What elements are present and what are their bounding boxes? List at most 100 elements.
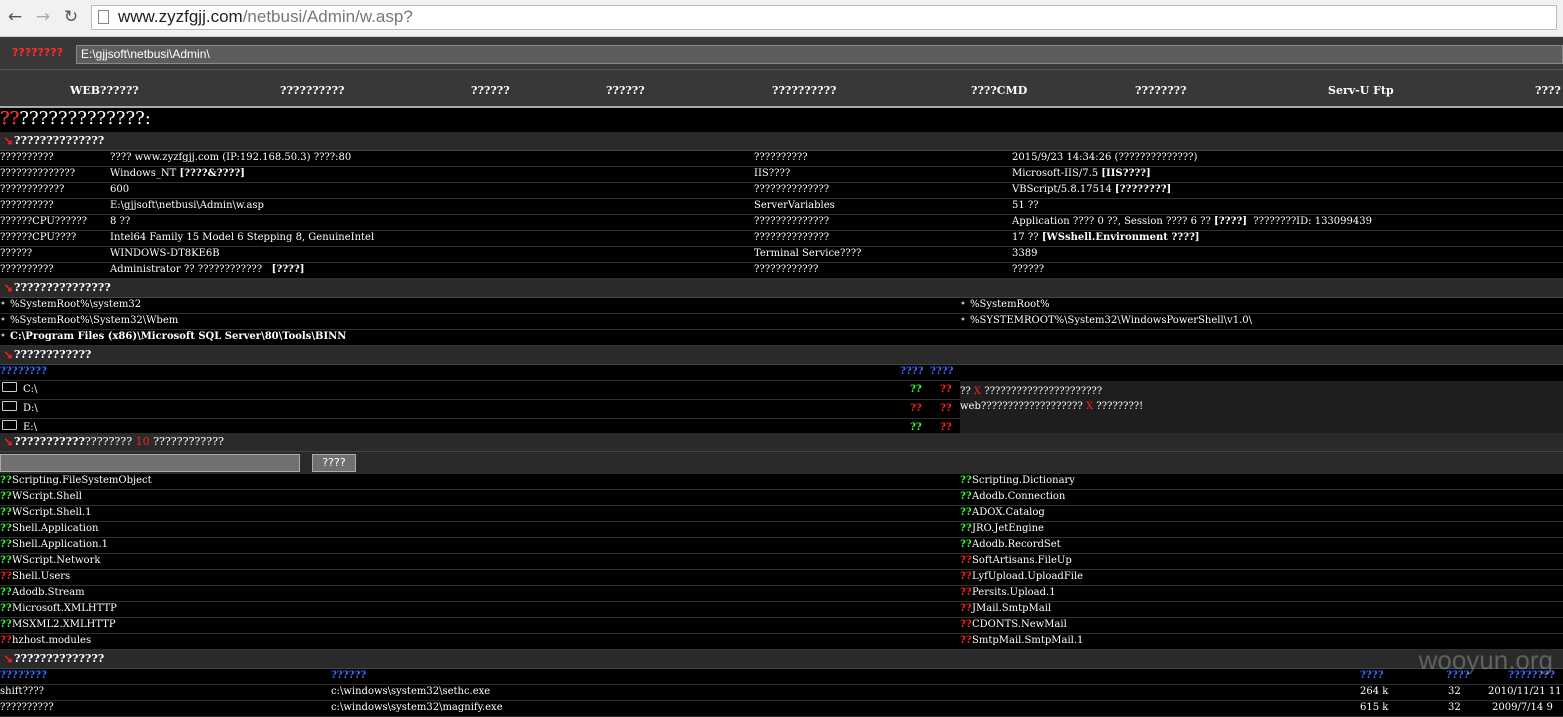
info-key: ServerVariables [754, 200, 835, 211]
table-row: ????????????600??????????????VBScript/5.… [0, 183, 1563, 199]
server-info-table: ?????????????? www.zyzfgjj.com (IP:192.1… [0, 151, 1563, 279]
info-link[interactable]: [WSshell.Environment ????] [1042, 232, 1200, 243]
info-value: 51 ?? [1012, 200, 1039, 211]
address-bar[interactable]: www.zyzfgjj.com/netbusi/Admin/w.asp? [91, 5, 1557, 30]
list-item: ??WScript.Network??SoftArtisans.FileUp [0, 554, 1563, 570]
list-item: •%SystemRoot%\System32\Wbem•%SYSTEMROOT%… [0, 314, 1563, 330]
info-value: 8 ?? [110, 216, 130, 227]
info-link[interactable]: [????] [272, 264, 305, 275]
component-search-button[interactable]: ???? [312, 454, 356, 472]
write-status: ?? [940, 422, 952, 433]
info-link[interactable]: [????&????] [179, 168, 244, 179]
menu-item-5[interactable]: ?????????? [772, 84, 836, 97]
menu-item-cmd[interactable]: ????CMD [971, 84, 1027, 97]
url-path: /netbusi/Admin/w.asp? [243, 7, 413, 26]
component-status: ?? [0, 523, 12, 534]
section-title: ??????????????? [14, 281, 111, 294]
table-row: ??????????E:\gjjsoft\netbusi\Admin\w.asp… [0, 199, 1563, 215]
menu-item-servu[interactable]: Serv-U Ftp [1328, 84, 1394, 97]
list-item: ??Adodb.Stream??Persits.Upload.1 [0, 586, 1563, 602]
list-item: ??Shell.Users??LyfUpload.UploadFile [0, 570, 1563, 586]
path-label: ???????? [12, 46, 63, 59]
component-status: ?? [960, 507, 972, 518]
forward-arrow-icon[interactable]: → [34, 8, 52, 26]
component-status: ?? [0, 475, 12, 486]
component-name: WScript.Network [12, 555, 100, 566]
menu-item-9[interactable]: ???? [1535, 84, 1561, 97]
component-name: JRO.JetEngine [972, 523, 1044, 534]
component-status: ?? [960, 491, 972, 502]
component-status: ?? [0, 619, 12, 630]
component-status: ?? [0, 603, 12, 614]
component-name: ADOX.Catalog [972, 507, 1045, 518]
bullet-icon: • [0, 331, 6, 342]
info-key: IIS???? [754, 168, 790, 179]
list-item: ??WScript.Shell.1??ADOX.Catalog [0, 506, 1563, 522]
info-value-text: Administrator ?? ???????????? [110, 264, 272, 275]
section-title: ???????????? [14, 348, 91, 361]
reload-icon[interactable]: ↻ [62, 8, 80, 26]
path-entry: %SystemRoot% [970, 299, 1050, 310]
drive-name[interactable]: E:\ [23, 422, 37, 433]
legend-text: ????????! [1093, 401, 1143, 412]
path-list: •%SystemRoot%\system32•%SystemRoot% •%Sy… [0, 298, 1563, 346]
drive-legend: ?? X ?????????????????????? web?????????… [960, 381, 1563, 433]
drive-table: ???????? ???? ???? C:\ ?? ?? D:\ ?? ?? E… [0, 365, 1563, 433]
component-name: hzhost.modules [12, 635, 91, 646]
menu-item-2[interactable]: ?????????? [280, 84, 344, 97]
file-label: shift???? [0, 686, 44, 697]
info-value: Windows_NT [????&????] [110, 168, 245, 179]
path-entry: %SYSTEMROOT%\System32\WindowsPowerShell\… [970, 315, 1252, 326]
info-key: ??????CPU?????? [0, 216, 87, 227]
drive-table-header: ???????? ???? ???? [0, 365, 960, 381]
drive-name[interactable]: C:\ [23, 384, 37, 395]
file-size: 615 k [1360, 702, 1388, 713]
url-text: www.zyzfgjj.com/netbusi/Admin/w.asp? [118, 7, 413, 27]
back-arrow-icon[interactable]: ← [6, 8, 24, 26]
menu-item-4[interactable]: ?????? [606, 84, 645, 97]
legend-line-2: web??????????????????? X ????????! [960, 401, 1143, 412]
component-name: Scripting.FileSystemObject [12, 475, 152, 486]
list-item: •C:\Program Files (x86)\Microsoft SQL Se… [0, 330, 1563, 346]
component-status: ?? [960, 523, 972, 534]
legend-mark: X [974, 386, 981, 397]
path-input[interactable]: E:\gjjsoft\netbusi\Admin\ [76, 45, 1563, 64]
info-value: Administrator ?? ???????????? [????] [110, 264, 305, 275]
table-row: shift???? c:\windows\system32\sethc.exe … [0, 685, 1563, 701]
file-path: c:\windows\system32\magnify.exe [331, 702, 503, 713]
component-name: WScript.Shell.1 [12, 507, 91, 518]
info-key: ?????????????? [0, 168, 75, 179]
legend-text: ?????????????????????? [981, 386, 1102, 397]
bullet-icon: • [960, 315, 966, 326]
list-item: ??Shell.Application??JRO.JetEngine [0, 522, 1563, 538]
folder-icon [2, 401, 17, 411]
info-link[interactable]: [????] [1214, 216, 1247, 227]
component-name: LyfUpload.UploadFile [972, 571, 1083, 582]
info-link[interactable]: [IIS????] [1101, 168, 1150, 179]
info-key: ?????????????? [754, 216, 829, 227]
info-value: WINDOWS-DT8KE6B [110, 248, 220, 259]
menu-item-web[interactable]: WEB?????? [70, 84, 139, 97]
legend-text: ?? [960, 386, 974, 397]
component-search-input[interactable] [0, 454, 300, 472]
drive-row[interactable]: D:\ ?? ?? [0, 400, 960, 419]
component-name: Adodb.RecordSet [972, 539, 1061, 550]
drive-name[interactable]: D:\ [23, 403, 38, 414]
section-header-components: ↘ ??????????????????? 10 ???????????? [0, 433, 1563, 452]
menu-item-7[interactable]: ???????? [1135, 84, 1187, 97]
menu-item-3[interactable]: ?????? [471, 84, 510, 97]
component-name: WScript.Shell [12, 491, 82, 502]
info-link[interactable]: [????????] [1115, 184, 1171, 195]
column-header: ???? [1360, 670, 1383, 681]
drive-row[interactable]: C:\ ?? ?? [0, 381, 960, 400]
red-arrow-icon: ↘ [3, 134, 13, 148]
write-status: ?? [940, 384, 952, 395]
file-bits: 32 [1448, 702, 1461, 713]
info-key: ?????? [0, 248, 32, 259]
table-row: ??????WINDOWS-DT8KE6BTerminal Service???… [0, 247, 1563, 263]
section-header-server-info: ↘ ?????????????? [0, 132, 1563, 151]
info-value: VBScript/5.8.17514 [????????] [1012, 184, 1171, 195]
file-table-header: ???????? ?????? ???? ???? ???????? [0, 669, 1563, 685]
page-title: ???????????????:?? [0, 108, 1563, 132]
legend-mark: X [1086, 401, 1093, 412]
